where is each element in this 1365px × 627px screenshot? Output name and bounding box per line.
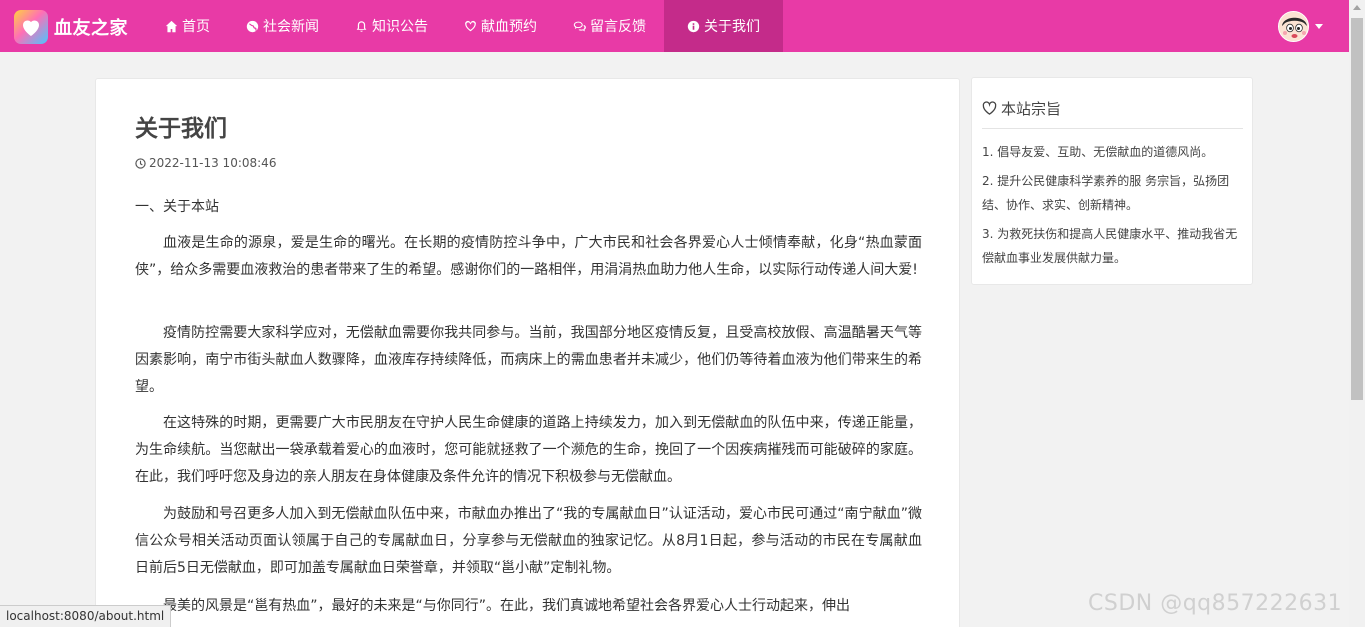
scroll-up-icon[interactable] <box>1353 5 1361 10</box>
nav-feedback[interactable]: 留言反馈 <box>555 0 664 52</box>
chevron-down-icon[interactable] <box>1315 24 1323 29</box>
nav-label: 社会新闻 <box>263 19 319 35</box>
sidebar-heading: 本站宗旨 <box>982 98 1061 119</box>
nav-label: 留言反馈 <box>590 19 646 35</box>
nav-news[interactable]: 社会新闻 <box>228 0 337 52</box>
section-heading: 一、关于本站 <box>135 199 219 215</box>
bell-icon <box>356 20 367 32</box>
article-paragraph: 血液是生命的源泉，爱是生命的曙光。在长期的疫情防控斗争中，广大市民和社会各界爱心… <box>135 235 922 278</box>
comments-icon <box>573 21 586 31</box>
brand-logo[interactable]: 血友之家 <box>14 10 128 44</box>
clock-icon <box>135 157 146 169</box>
page-title: 关于我们 <box>135 116 227 142</box>
nav-label: 知识公告 <box>372 19 428 35</box>
top-navbar: 血友之家 首页 社会新闻 知识公告 献血预约 留言反馈 关于我们 <box>0 0 1349 52</box>
nav-label: 献血预约 <box>481 19 537 35</box>
nav-label: 关于我们 <box>704 19 760 35</box>
nav-donate[interactable]: 献血预约 <box>446 0 555 52</box>
watermark: CSDN @qq857222631 <box>1088 591 1343 616</box>
brand-name: 血友之家 <box>54 18 128 39</box>
list-item: 1. 倡导友爱、互助、无偿献血的道德风尚。 <box>982 145 1214 159</box>
scrollbar-thumb[interactable] <box>1351 18 1363 400</box>
info-icon <box>687 20 700 32</box>
article-panel: 关于我们 2022-11-13 10:08:46 一、关于本站 血液是生命的源泉… <box>95 78 960 627</box>
nav-about[interactable]: 关于我们 <box>664 0 783 52</box>
avatar[interactable] <box>1278 11 1309 42</box>
main-nav: 首页 社会新闻 知识公告 献血预约 留言反馈 关于我们 <box>147 0 783 52</box>
article-paragraph: 在这特殊的时期，更需要广大市民朋友在守护人民生命健康的道路上持续发力，加入到无偿… <box>135 415 922 485</box>
heart-logo-icon <box>14 10 48 44</box>
list-item: 3. 为救死扶伤和提高人民健康水平、推动我省无偿献血事业发展供献力量。 <box>982 227 1238 265</box>
link-status-bar: localhost:8080/about.html <box>0 605 172 627</box>
publish-datetime: 2022-11-13 10:08:46 <box>149 156 277 170</box>
cartoon-avatar-icon <box>1279 12 1308 41</box>
article-paragraph: 疫情防控需要大家科学应对，无偿献血需要你我共同参与。当前，我国部分地区疫情反复，… <box>135 325 922 395</box>
user-menu[interactable] <box>1278 11 1323 42</box>
nav-label: 首页 <box>182 19 210 35</box>
heart-outline-icon <box>982 101 997 115</box>
sidebar-panel: 本站宗旨 1. 倡导友爱、互助、无偿献血的道德风尚。 2. 提升公民健康科学素养… <box>971 77 1253 285</box>
heart-icon <box>465 20 476 31</box>
sidebar-title: 本站宗旨 <box>1001 100 1062 118</box>
divider <box>982 128 1243 129</box>
nav-home[interactable]: 首页 <box>147 0 228 52</box>
home-icon <box>165 20 178 32</box>
globe-icon <box>246 20 259 32</box>
article-meta: 2022-11-13 10:08:46 <box>135 156 276 170</box>
page-scrollbar[interactable] <box>1349 0 1365 627</box>
list-item: 2. 提升公民健康科学素养的服 务宗旨，弘扬团结、协作、求实、创新精神。 <box>982 174 1230 212</box>
nav-notice[interactable]: 知识公告 <box>337 0 446 52</box>
article-paragraph: 最美的风景是“邕有热血”，最好的未来是“与你同行”。在此，我们真诚地希望社会各界… <box>163 598 851 614</box>
article-paragraph: 为鼓励和号召更多人加入到无偿献血队伍中来，市献血办推出了“我的专属献血日”认证活… <box>135 506 922 576</box>
